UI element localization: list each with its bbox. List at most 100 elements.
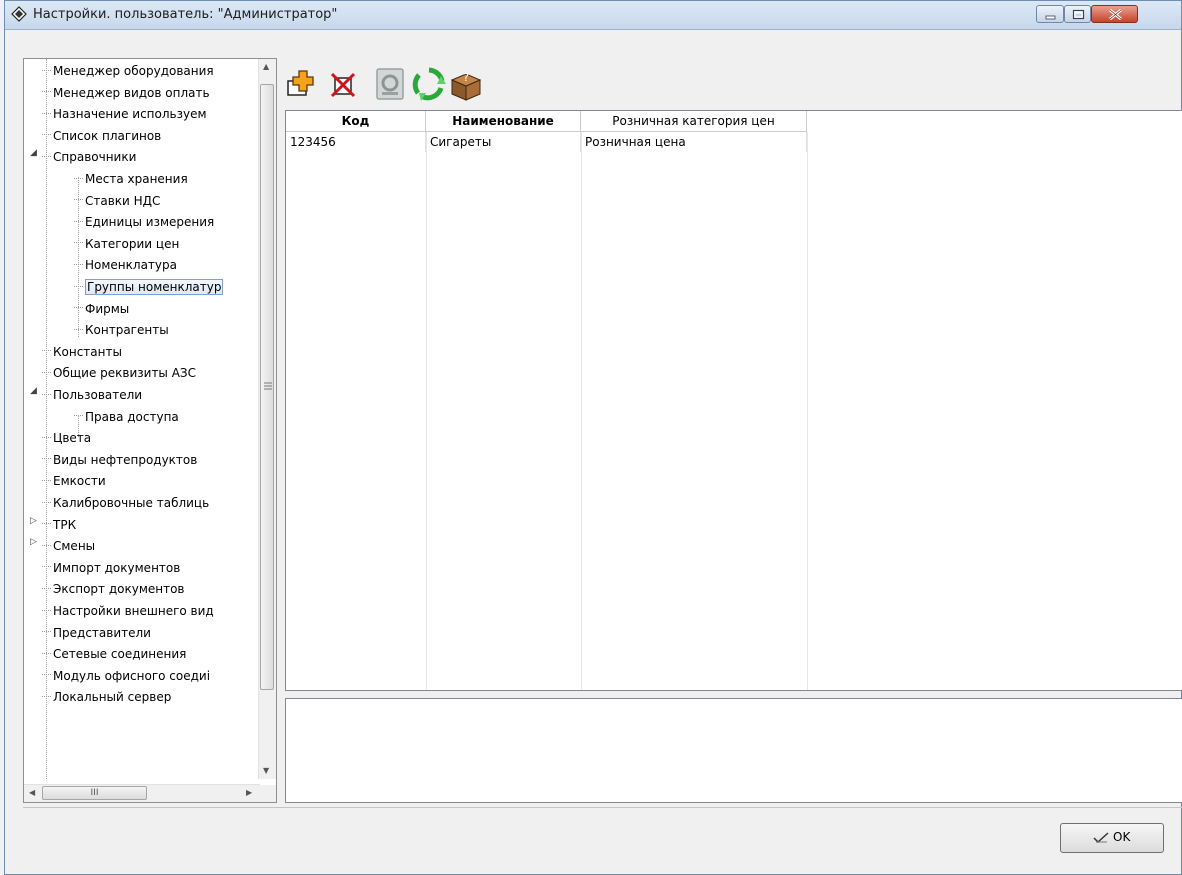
tree-item-label: Пользователи: [53, 388, 143, 402]
tree-connector-line: [78, 415, 79, 437]
ok-button[interactable]: OK: [1060, 823, 1164, 853]
tree-item-label: Модуль офисного соедиі: [53, 668, 211, 683]
tree-item[interactable]: Контрагенты: [74, 320, 169, 340]
tree-item-label: Фирмы: [85, 301, 130, 316]
tree-item[interactable]: Менеджер оборудования: [42, 61, 214, 81]
ok-label: OK: [1113, 830, 1131, 844]
window-title: Настройки. пользователь: "Администратор": [33, 7, 338, 22]
column-separator: [581, 132, 582, 690]
tree-item-label: Сетевые соединения: [53, 647, 187, 662]
content-panel: ? Код Наименование Розничная категория ц…: [280, 58, 1182, 803]
grid-header-row: Код Наименование Розничная категория цен: [286, 111, 807, 132]
tree-item[interactable]: ТРК: [42, 515, 76, 535]
tree-item[interactable]: Константы: [42, 342, 122, 362]
title-bar[interactable]: Настройки. пользователь: "Администратор": [5, 1, 1181, 30]
tree-item-label: Назначение используем: [53, 107, 207, 122]
help-box-button[interactable]: ?: [448, 66, 484, 102]
toolbar: ?: [280, 58, 1182, 110]
scroll-down-arrow-icon[interactable]: ▼: [263, 766, 269, 775]
tree-item[interactable]: Список плагинов: [42, 126, 161, 146]
tree-item-label: Номенклатура: [85, 258, 177, 273]
tree-item-label: Настройки внешнего вид: [53, 604, 214, 618]
scroll-corner: [259, 785, 276, 802]
table-row[interactable]: 123456 Сигареты Розничная цена: [286, 131, 807, 152]
tree-item-label: Локальный сервер: [53, 690, 172, 705]
scroll-up-arrow-icon[interactable]: ▲: [263, 62, 269, 71]
add-button[interactable]: [285, 66, 321, 102]
collapse-arrow-icon[interactable]: ◢: [30, 148, 37, 158]
minimize-button[interactable]: [1036, 5, 1064, 23]
expand-arrow-icon[interactable]: ▷: [30, 516, 37, 526]
tree-item[interactable]: Ставки НДС: [74, 191, 160, 211]
close-button[interactable]: [1091, 5, 1138, 23]
tree-item[interactable]: Емкости: [42, 471, 106, 491]
tree-horizontal-scroll-thumb[interactable]: III: [42, 786, 147, 800]
settings-tree[interactable]: Менеджер оборудования Менеджер видов опла…: [24, 59, 260, 779]
add-icon: [287, 70, 314, 96]
tree-item[interactable]: Назначение используем: [42, 104, 207, 124]
tree-item-label: Смены: [53, 539, 96, 554]
tree-item[interactable]: Экспорт документов: [42, 579, 185, 599]
tree-item-label: Константы: [53, 344, 122, 359]
cell-price-category[interactable]: Розничная цена: [580, 131, 807, 152]
tree-item[interactable]: Места хранения: [74, 169, 188, 189]
tree-item[interactable]: Калибровочные таблиць: [42, 493, 209, 513]
tree-item[interactable]: Права доступа: [74, 407, 179, 427]
settings-tree-panel: Менеджер оборудования Менеджер видов опла…: [23, 58, 277, 803]
tree-item[interactable]: Единицы измерения: [74, 212, 214, 232]
edit-button[interactable]: [372, 66, 408, 102]
scroll-left-arrow-icon[interactable]: ◀: [29, 788, 35, 797]
maximize-button[interactable]: [1064, 5, 1091, 23]
tree-item[interactable]: Локальный сервер: [42, 687, 171, 707]
tree-item[interactable]: Общие реквизиты АЗС: [42, 363, 196, 383]
column-separator: [426, 132, 427, 690]
tree-item[interactable]: Импорт документов: [42, 558, 180, 578]
tree-item-label: Цвета: [53, 431, 92, 446]
tree-item-label: Импорт документов: [53, 560, 181, 575]
detail-panel[interactable]: [285, 698, 1182, 803]
tree-vertical-scroll-thumb[interactable]: [260, 84, 274, 690]
grip-lines-icon: [264, 382, 272, 390]
tree-item[interactable]: Настройки внешнего вид: [42, 601, 214, 621]
delete-button[interactable]: [325, 66, 361, 102]
maximize-icon: [1072, 9, 1085, 20]
tree-item-label: Представители: [53, 625, 151, 640]
expand-arrow-icon[interactable]: ▷: [30, 537, 37, 547]
tree-item[interactable]: Группы номенклатур: [74, 277, 224, 297]
tree-item-label: Справочники: [53, 150, 137, 165]
tree-horizontal-scrollbar[interactable]: ◀ III ▶: [24, 784, 260, 802]
tree-item[interactable]: Сетевые соединения: [42, 644, 186, 664]
tree-item[interactable]: Справочники: [42, 147, 136, 167]
tree-item[interactable]: Фирмы: [74, 299, 129, 319]
scroll-right-arrow-icon[interactable]: ▶: [246, 788, 252, 797]
tree-item[interactable]: Цвета: [42, 428, 91, 448]
tree-item[interactable]: Номенклатура: [74, 255, 177, 275]
grid-table: Код Наименование Розничная категория цен…: [286, 111, 807, 152]
column-separator: [807, 132, 808, 690]
tree-item-label: Емкости: [53, 474, 106, 489]
tree-item-label: Виды нефтепродуктов: [53, 452, 198, 467]
column-header-code[interactable]: Код: [286, 111, 426, 132]
column-header-price-category[interactable]: Розничная категория цен: [580, 111, 807, 132]
cell-code[interactable]: 123456: [286, 131, 426, 152]
app-diamond-icon: [11, 6, 27, 22]
tree-item-label: Группы номенклатур: [85, 279, 224, 295]
refresh-icon: [412, 67, 446, 101]
tree-item[interactable]: Представители: [42, 623, 151, 643]
collapse-arrow-icon[interactable]: ◢: [30, 386, 37, 396]
data-grid[interactable]: Код Наименование Розничная категория цен…: [285, 110, 1182, 691]
column-header-name[interactable]: Наименование: [425, 111, 581, 132]
tree-item[interactable]: Виды нефтепродуктов: [42, 450, 197, 470]
tree-item[interactable]: Менеджер видов оплать: [42, 83, 210, 103]
help-box-icon: ?: [450, 71, 482, 101]
tree-item[interactable]: Категории цен: [74, 234, 179, 254]
tree-item[interactable]: Пользователи: [42, 385, 142, 405]
delete-icon: [330, 72, 356, 98]
cell-name[interactable]: Сигареты: [425, 131, 581, 152]
tree-item[interactable]: Смены: [42, 536, 95, 556]
tree-item[interactable]: Модуль офисного соедиі: [42, 666, 210, 686]
tree-item-label: ТРК: [53, 517, 77, 532]
tree-vertical-scrollbar[interactable]: ▲ ▼: [258, 59, 276, 779]
refresh-button[interactable]: [411, 66, 447, 102]
tree-item-label: Места хранения: [85, 172, 188, 186]
